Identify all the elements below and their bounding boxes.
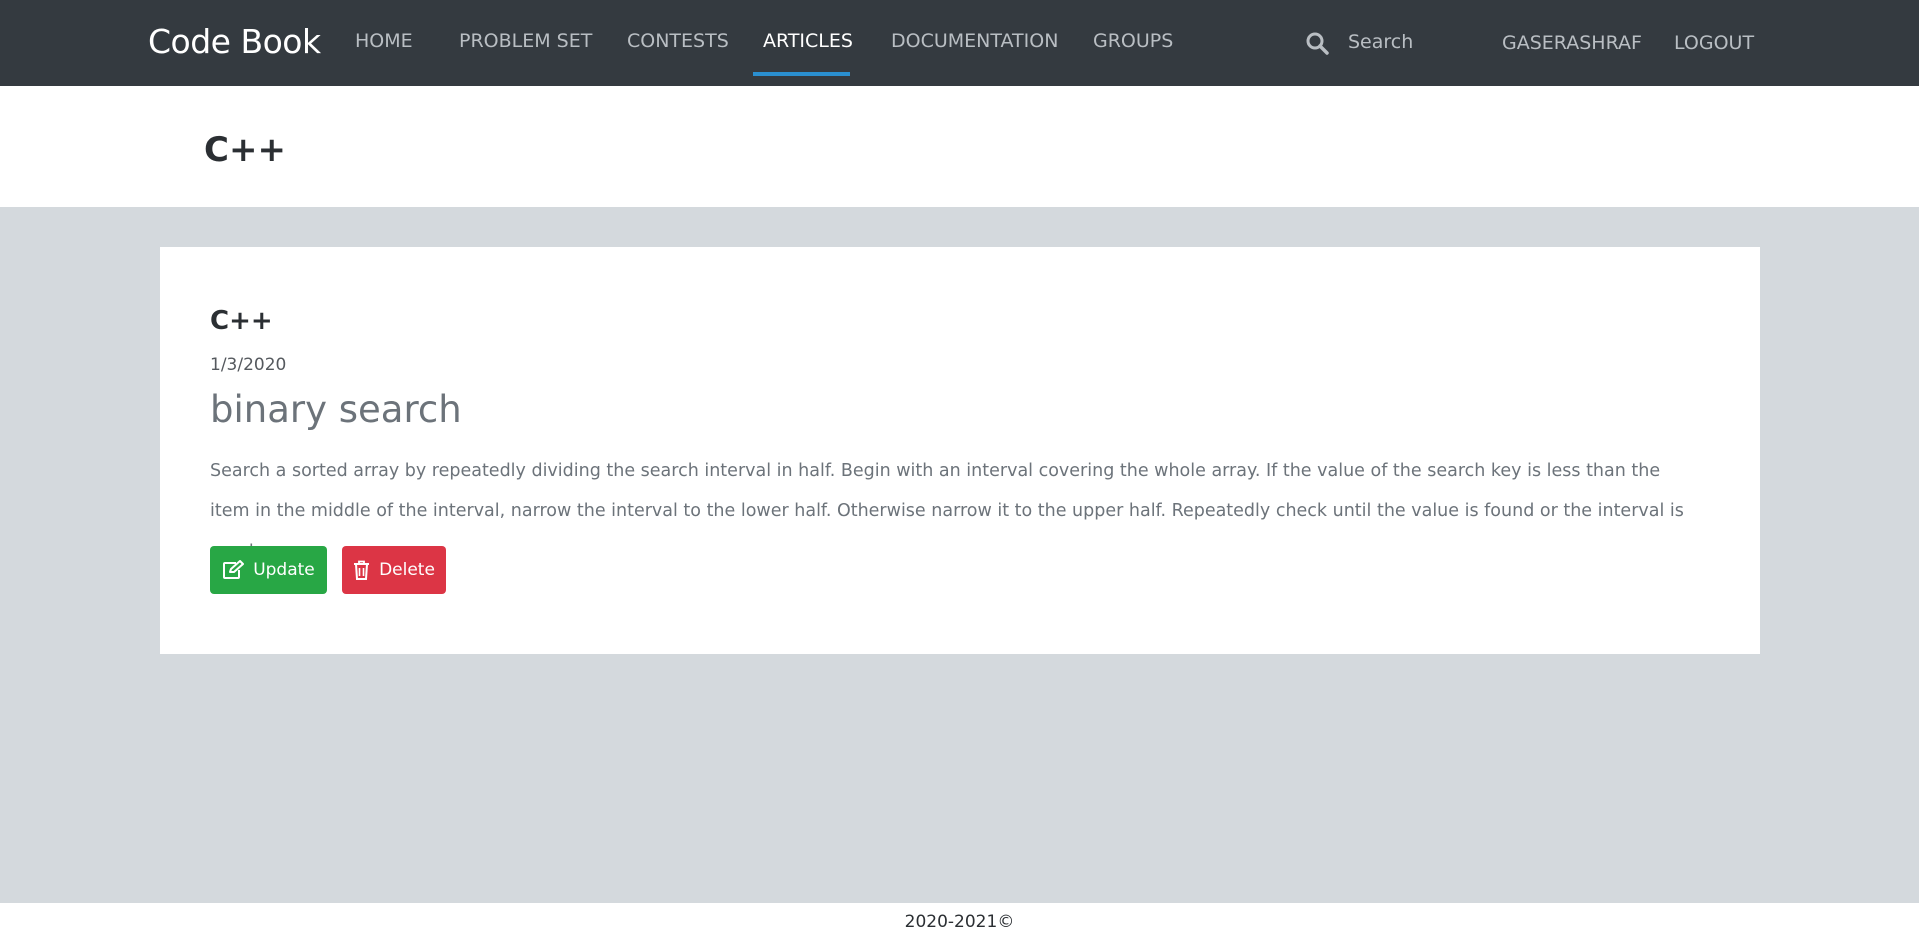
logout-link[interactable]: LOGOUT: [1674, 32, 1754, 54]
top-navbar: Code Book HOME PROBLEM SET CONTESTS ARTI…: [0, 0, 1919, 86]
user-profile-link[interactable]: GASERASHRAF: [1502, 32, 1642, 54]
update-button[interactable]: Update: [210, 546, 327, 594]
nav-item-articles[interactable]: ARTICLES: [763, 30, 853, 52]
active-nav-indicator: [753, 72, 850, 76]
page-title: C++: [204, 130, 286, 170]
nav-item-groups[interactable]: GROUPS: [1093, 30, 1173, 52]
nav-item-documentation[interactable]: DOCUMENTATION: [891, 30, 1058, 52]
edit-icon: [222, 560, 245, 580]
article-date: 1/3/2020: [210, 355, 287, 375]
trash-icon: [353, 560, 370, 580]
update-button-label: Update: [253, 560, 315, 580]
article-category: C++: [210, 306, 273, 336]
page-header: [0, 86, 1919, 207]
delete-button-label: Delete: [379, 560, 435, 580]
brand-logo[interactable]: Code Book: [148, 22, 321, 61]
footer-copyright: 2020-2021©: [904, 912, 1015, 932]
nav-item-contests[interactable]: CONTESTS: [627, 30, 729, 52]
nav-item-home[interactable]: HOME: [355, 30, 413, 52]
delete-button[interactable]: Delete: [342, 546, 446, 594]
nav-item-problem-set[interactable]: PROBLEM SET: [459, 30, 592, 52]
search-input[interactable]: [1348, 27, 1458, 57]
article-title: binary search: [210, 388, 462, 431]
search-icon[interactable]: [1305, 31, 1329, 55]
